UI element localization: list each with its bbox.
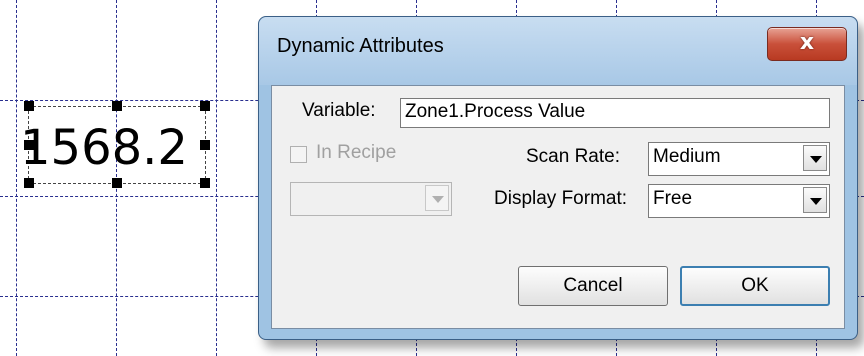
resize-handle[interactable] xyxy=(112,101,122,111)
cancel-button[interactable]: Cancel xyxy=(518,266,668,306)
display-format-value: Free xyxy=(653,188,693,209)
scan-rate-select[interactable]: Medium xyxy=(648,142,830,176)
display-format-select[interactable]: Free xyxy=(648,184,830,218)
dialog-titlebar[interactable]: Dynamic Attributes x xyxy=(259,17,857,85)
dropdown-arrow-icon[interactable] xyxy=(425,185,449,211)
resize-handle[interactable] xyxy=(24,140,34,150)
grid-line-vertical xyxy=(216,0,217,356)
resize-handle[interactable] xyxy=(200,178,210,188)
dropdown-arrow-icon[interactable] xyxy=(803,187,827,213)
resize-handle[interactable] xyxy=(24,101,34,111)
resize-handle[interactable] xyxy=(24,178,34,188)
variable-label: Variable: xyxy=(302,100,376,121)
display-format-label: Display Format: xyxy=(494,188,628,209)
scan-rate-label: Scan Rate: xyxy=(526,146,620,167)
variable-input[interactable]: Zone1.Process Value xyxy=(400,98,830,128)
scan-rate-value: Medium xyxy=(653,146,721,167)
dialog-body: Variable: Zone1.Process Value In Recipe … xyxy=(271,85,845,329)
resize-handle[interactable] xyxy=(200,140,210,150)
close-icon: x xyxy=(799,30,815,55)
dropdown-arrow-icon[interactable] xyxy=(803,145,827,171)
close-button[interactable]: x xyxy=(767,27,847,61)
ok-button[interactable]: OK xyxy=(680,266,830,306)
resize-handle[interactable] xyxy=(112,178,122,188)
dialog-title: Dynamic Attributes xyxy=(277,35,444,57)
in-recipe-checkbox[interactable] xyxy=(290,146,307,163)
display-value-object[interactable]: 1568.2 xyxy=(20,118,188,178)
recipe-select[interactable] xyxy=(290,182,452,216)
in-recipe-label: In Recipe xyxy=(316,142,397,163)
dynamic-attributes-dialog: Dynamic Attributes x Variable: Zone1.Pro… xyxy=(258,16,858,340)
grid-line-vertical xyxy=(16,0,17,356)
resize-handle[interactable] xyxy=(200,101,210,111)
